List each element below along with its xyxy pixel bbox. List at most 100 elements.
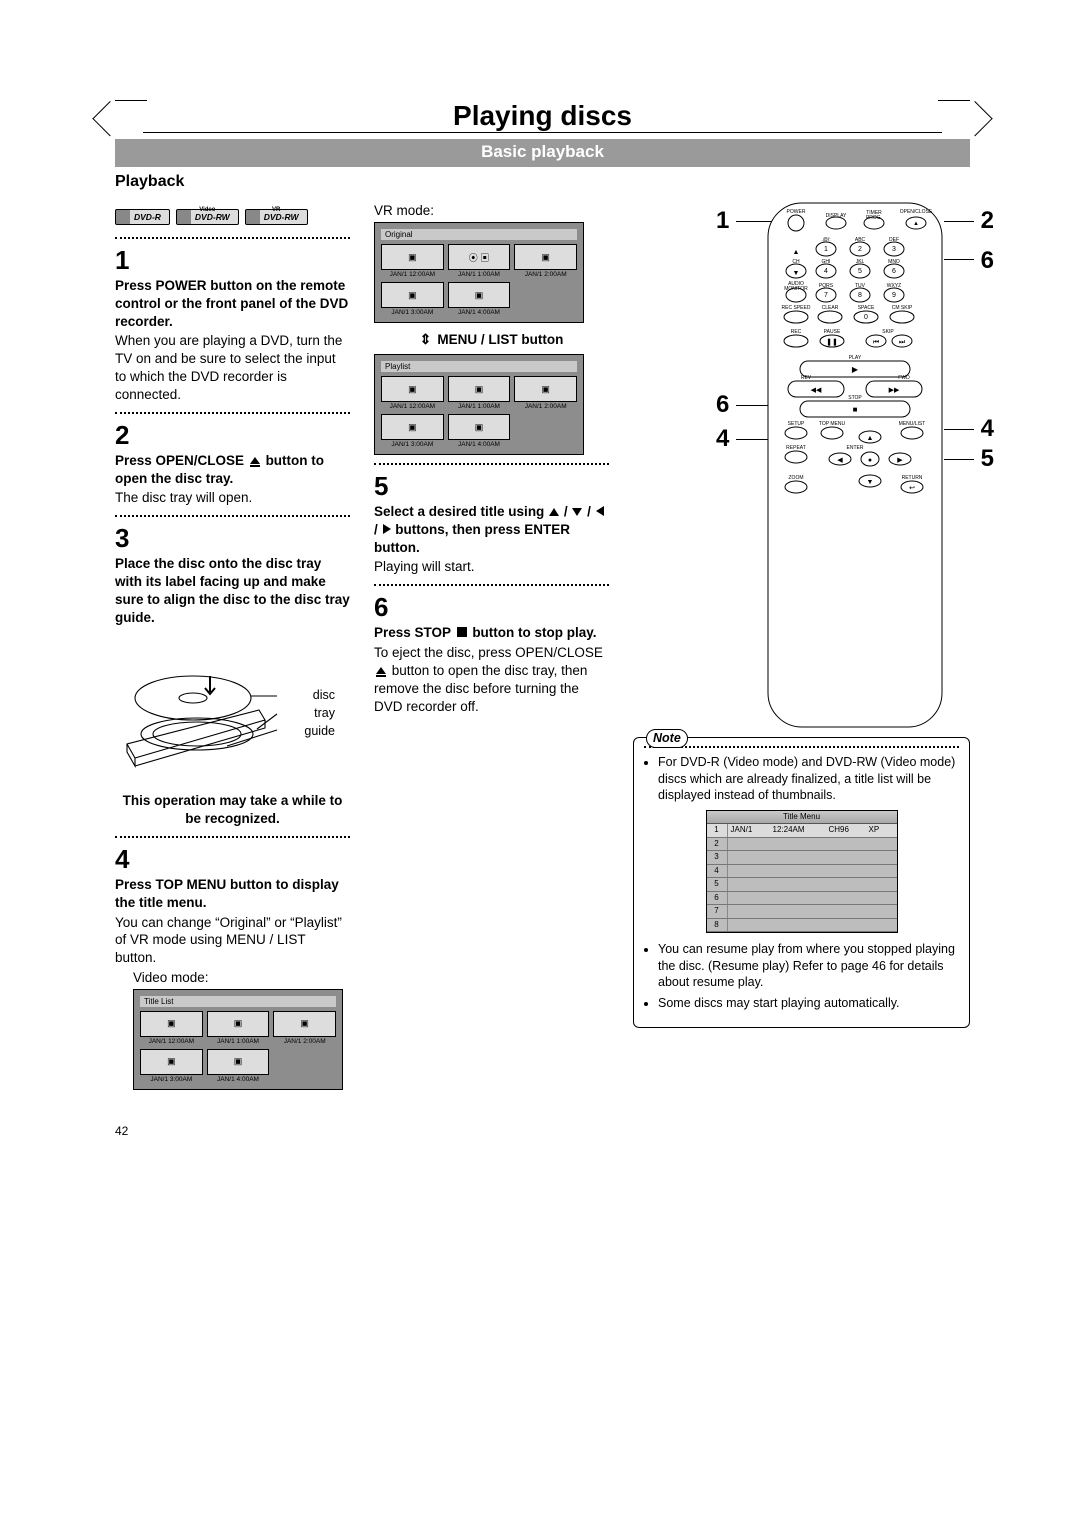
- svg-text:8: 8: [858, 292, 862, 299]
- step-number: 3: [115, 525, 350, 551]
- step-3: 3 Place the disc onto the disc tray with…: [115, 525, 350, 828]
- svg-text:TOP MENU: TOP MENU: [819, 421, 846, 427]
- subsection-heading: Playback: [115, 173, 970, 191]
- osd-titlebar: Title List: [140, 996, 336, 1007]
- svg-text:●: ●: [868, 457, 872, 464]
- separator: [374, 584, 609, 586]
- svg-text:▼: ▼: [793, 270, 800, 277]
- svg-text:1: 1: [824, 246, 828, 253]
- step-6: 6 Press STOP button to stop play. To eje…: [374, 594, 609, 715]
- svg-text:▶▶: ▶▶: [889, 387, 900, 394]
- step-number: 6: [374, 594, 609, 620]
- column-3: 1 2 6 6 4 4 5 POWER DISPLA: [633, 201, 970, 1028]
- svg-text:REC SPEED: REC SPEED: [782, 305, 811, 311]
- svg-text:PLAY: PLAY: [849, 355, 862, 361]
- step-detail: When you are playing a DVD, turn the TV …: [115, 332, 350, 403]
- stop-icon: [457, 627, 467, 637]
- svg-text:RETURN: RETURN: [902, 475, 923, 481]
- svg-text:REPEAT: REPEAT: [786, 445, 806, 451]
- step-detail: The disc tray will open.: [115, 489, 350, 507]
- separator: [115, 237, 350, 239]
- column-1: DVD-R VideoDVD-RW VRDVD-RW 1 Press POWER…: [115, 201, 350, 1098]
- callout-6l: 6: [716, 391, 729, 419]
- chapter-header: Playing discs: [115, 100, 970, 133]
- svg-text:▶: ▶: [852, 365, 859, 374]
- callout-2: 2: [981, 207, 994, 235]
- column-2: VR mode: Original ▣JAN/1 12:00AM ⦿ ▣JAN/…: [374, 201, 609, 717]
- svg-text:7: 7: [824, 292, 828, 299]
- label-guide: guide: [304, 724, 335, 740]
- chevron-right-icon: [938, 100, 970, 133]
- svg-text:▲: ▲: [913, 221, 919, 227]
- svg-text:SKIP: SKIP: [882, 329, 894, 335]
- step-number: 2: [115, 422, 350, 448]
- svg-text:9: 9: [892, 292, 896, 299]
- svg-text:REV: REV: [801, 375, 812, 381]
- callout-6r: 6: [981, 247, 994, 275]
- svg-text:SPACE: SPACE: [858, 305, 875, 311]
- svg-text:◀: ◀: [837, 457, 843, 464]
- svg-text:ZOOM: ZOOM: [789, 475, 804, 481]
- svg-text:OPEN/CLOSE: OPEN/CLOSE: [900, 209, 933, 215]
- page-number: 42: [115, 1124, 970, 1138]
- osd-titlebar: Playlist: [381, 361, 577, 372]
- step-instruction: Press POWER button on the remote control…: [115, 277, 350, 330]
- callout-1: 1: [716, 207, 729, 235]
- osd-playlist: Playlist ▣JAN/1 12:00AM ▣JAN/1 1:00AM ▣J…: [374, 354, 584, 455]
- up-icon: [549, 508, 559, 516]
- svg-text:FWD: FWD: [898, 375, 910, 381]
- remote-svg: POWER DISPLAY TIMER PROG. OPEN/CLOSE ▲ .…: [740, 201, 970, 731]
- manual-page: Playing discs Basic playback Playback DV…: [0, 0, 1080, 1178]
- callout-5r: 5: [981, 445, 994, 473]
- svg-text:POWER: POWER: [787, 209, 806, 215]
- note-bullet: You can resume play from where you stopp…: [658, 941, 959, 991]
- svg-text:PAUSE: PAUSE: [824, 329, 841, 335]
- svg-text:▼: ▼: [867, 479, 874, 486]
- svg-text:REC: REC: [791, 329, 802, 335]
- remote-illustration: 1 2 6 6 4 4 5 POWER DISPLA: [740, 201, 970, 731]
- step-instruction: Press TOP MENU button to display the tit…: [115, 876, 350, 912]
- label-tray: tray: [314, 706, 335, 722]
- separator: [374, 463, 609, 465]
- step-number: 5: [374, 473, 609, 499]
- badge-dvd-r: DVD-R: [115, 209, 170, 225]
- osd-title-list: Title List ▣JAN/1 12:00AM ▣JAN/1 1:00AM …: [133, 989, 343, 1090]
- note-bullet: For DVD-R (Video mode) and DVD-RW (Video…: [658, 754, 959, 804]
- chapter-title: Playing discs: [143, 100, 942, 133]
- eject-icon: [250, 457, 260, 464]
- section-bar: Basic playback: [115, 139, 970, 167]
- separator: [115, 412, 350, 414]
- step-number: 1: [115, 247, 350, 273]
- svg-text:⏭: ⏭: [899, 339, 906, 346]
- svg-text:■: ■: [853, 405, 858, 414]
- callout-4l: 4: [716, 425, 729, 453]
- title-menu-table: Title Menu 1 JAN/1 12:24AM CH96 XP 2 3 4…: [706, 810, 898, 934]
- svg-text:0: 0: [864, 314, 868, 321]
- note-box: Note For DVD-R (Video mode) and DVD-RW (…: [633, 737, 970, 1028]
- svg-text:DISPLAY: DISPLAY: [826, 213, 847, 219]
- svg-text:6: 6: [892, 268, 896, 275]
- step-instruction: Press OPEN/CLOSE button to open the disc…: [115, 452, 350, 488]
- svg-text:▲: ▲: [793, 249, 800, 256]
- label-disc: disc: [313, 688, 335, 704]
- svg-text:↩: ↩: [909, 485, 915, 492]
- callout-4r: 4: [981, 415, 994, 443]
- separator: [644, 746, 959, 748]
- menu-list-hint: ⇕MENU / LIST button: [374, 331, 609, 348]
- note-label: Note: [646, 729, 688, 748]
- right-icon: [383, 524, 391, 534]
- svg-text:SETUP: SETUP: [788, 421, 805, 427]
- step-instruction: Select a desired title using / / / butto…: [374, 503, 609, 556]
- svg-text:ENTER: ENTER: [847, 445, 864, 451]
- video-mode-label: Video mode:: [133, 969, 350, 987]
- svg-text:CLEAR: CLEAR: [822, 305, 839, 311]
- caution-text: This operation may take a while to be re…: [115, 792, 350, 828]
- svg-text:2: 2: [858, 246, 862, 253]
- step-number: 4: [115, 846, 350, 872]
- svg-text:▲: ▲: [867, 435, 874, 442]
- osd-titlebar: Original: [381, 229, 577, 240]
- svg-text:5: 5: [858, 268, 862, 275]
- svg-text:▶: ▶: [897, 457, 903, 464]
- step-4: 4 Press TOP MENU button to display the t…: [115, 846, 350, 1090]
- chevron-left-icon: [115, 100, 147, 133]
